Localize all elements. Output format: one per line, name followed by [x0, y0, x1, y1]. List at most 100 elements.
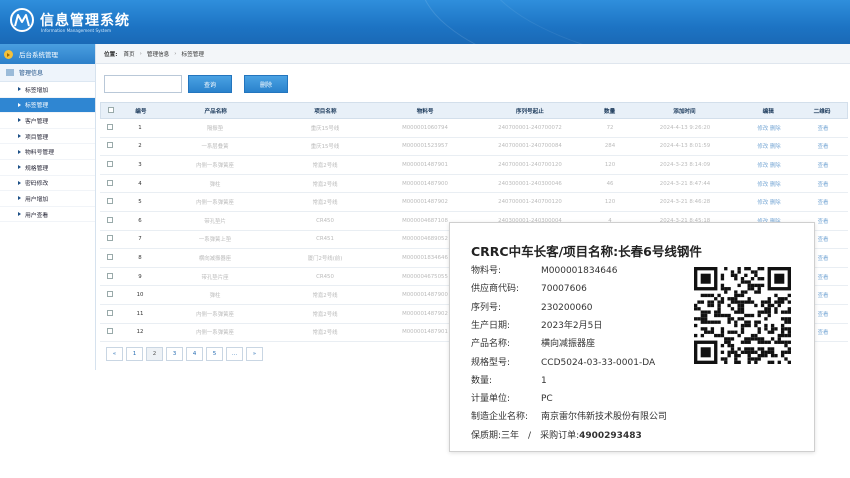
row-checkbox[interactable] [107, 291, 113, 298]
product-name: 弹柱 [209, 181, 221, 188]
label-field-key: 生产日期: [471, 320, 511, 331]
added-time: 2024-3-23 8:14:09 [659, 161, 711, 168]
sidebar-item-label: 密码修改 [25, 181, 49, 188]
edit-links[interactable]: 修改 删除 [740, 124, 798, 132]
sidebar-item[interactable]: 标签增加 [0, 82, 95, 98]
row-select-cell[interactable] [100, 160, 120, 169]
caret-right-icon [18, 212, 21, 217]
app-title: 信息管理系统 [40, 13, 130, 29]
delete-button[interactable]: 删除 [244, 75, 288, 93]
sidebar-item[interactable]: 规格管理 [0, 160, 95, 176]
row-select-cell[interactable] [100, 142, 120, 150]
row-checkbox[interactable] [107, 179, 113, 186]
material-number: M000001060794 [402, 124, 448, 131]
qr-link[interactable]: 查看 [798, 198, 848, 206]
search-input[interactable] [104, 75, 182, 93]
sidebar-item[interactable]: 密码修改 [0, 176, 95, 192]
qr-link[interactable]: 查看 [798, 180, 848, 188]
row-select-cell[interactable] [100, 272, 120, 281]
row-select-cell[interactable] [100, 328, 120, 336]
label-title: CRRC中车长客/项目名称:长春6号线钢件 [471, 244, 702, 259]
page-button[interactable]: « [106, 347, 123, 361]
row-checkbox[interactable] [107, 160, 113, 167]
label-field-value: CCD5024-03-33-0001-DA [541, 357, 656, 368]
edit-links[interactable]: 修改 删除 [740, 198, 798, 206]
row-number: 12 [136, 329, 144, 336]
sidebar-item[interactable]: 项目管理 [0, 129, 95, 145]
sidebar-item[interactable]: 客户管理 [0, 113, 95, 129]
breadcrumb-home[interactable]: 首页 [123, 50, 134, 58]
sidebar-header[interactable]: 后台系统管理 [0, 44, 95, 64]
qr-link[interactable]: 查看 [798, 161, 848, 169]
row-select-cell[interactable] [100, 309, 120, 318]
page-button[interactable]: 3 [166, 347, 183, 361]
search-button[interactable]: 查询 [188, 75, 232, 93]
qr-link[interactable]: 查看 [798, 142, 848, 150]
row-checkbox[interactable] [107, 309, 113, 316]
quantity: 120 [604, 161, 616, 168]
edit-links[interactable]: 修改 删除 [740, 161, 798, 169]
breadcrumb: 位置: 首页 › 管理信息 › 标签管理 [96, 44, 850, 64]
page-button[interactable]: 1 [126, 347, 143, 361]
row-number: 6 [138, 217, 142, 224]
caret-right-icon [18, 102, 21, 107]
row-select-cell[interactable] [100, 123, 120, 132]
column-header: 项目名称 [314, 108, 337, 115]
row-checkbox[interactable] [107, 272, 113, 279]
row-checkbox[interactable] [107, 253, 113, 260]
row-checkbox[interactable] [107, 123, 113, 130]
page-button[interactable]: 2 [146, 347, 163, 361]
row-select-cell[interactable] [100, 235, 120, 243]
sidebar-item[interactable]: 用户查看 [0, 207, 95, 223]
quantity: 120 [604, 199, 616, 206]
label-field: 产品名称: 横向减振器座 [471, 336, 595, 349]
sidebar-group[interactable]: 管理信息 [0, 64, 95, 82]
label-field-value: M000001834646 [541, 266, 618, 276]
row-select-cell[interactable] [100, 179, 120, 188]
page-button[interactable]: 5 [206, 347, 223, 361]
row-select-cell[interactable] [100, 253, 120, 262]
play-circle-icon [4, 49, 13, 59]
row-checkbox[interactable] [107, 235, 113, 242]
project-name: 重庆15号线 [310, 125, 340, 132]
breadcrumb-section[interactable]: 管理信息 [147, 50, 169, 58]
label-footer: 保质期:三年 / 采购订单:4900293483 [471, 428, 642, 441]
sidebar-item[interactable]: 物料号管理 [0, 144, 95, 160]
sidebar-item-label: 用户增加 [25, 196, 49, 203]
column-header: 二维码 [813, 108, 831, 115]
breadcrumb-separator: › [174, 50, 177, 57]
label-field: 序列号: 230200060 [471, 300, 593, 313]
row-number: 3 [138, 161, 142, 168]
page-button[interactable]: ... [226, 347, 243, 361]
row-select-cell[interactable] [100, 216, 120, 225]
checkbox-icon[interactable] [107, 106, 114, 113]
page-button[interactable]: » [246, 347, 263, 361]
added-time: 2024-4-13 8:01:59 [659, 143, 711, 150]
sidebar-item[interactable]: 用户增加 [0, 191, 95, 207]
row-select-cell[interactable] [100, 198, 120, 206]
column-header: 物料号 [416, 108, 434, 115]
added-time: 2024-4-13 9:26:20 [659, 124, 711, 131]
project-name: 常嘉2号线 [312, 200, 338, 207]
project-name: 常嘉2号线 [312, 311, 338, 318]
row-checkbox[interactable] [107, 198, 113, 205]
row-select-cell[interactable] [100, 291, 120, 299]
label-field-key: 供应商代码: [471, 284, 520, 295]
app-subtitle: Information Management System [41, 28, 112, 33]
label-field: 制造企业名称: 南京雷尔伟新技术股份有限公司 [471, 409, 667, 422]
column-header: 序列号起止 [515, 108, 544, 115]
row-checkbox[interactable] [107, 328, 113, 335]
table-row: 5 内侧一系弹簧座 常嘉2号线 M000001487902 240700001-2407… [100, 193, 848, 212]
serial-range: 240700001-240700120 [498, 199, 562, 206]
qr-link[interactable]: 查看 [798, 124, 848, 132]
label-preview-card: CRRC中车长客/项目名称:长春6号线钢件 物料号: M000001834646 供… [449, 222, 815, 452]
sidebar-item[interactable]: 标签管理 [0, 97, 95, 114]
row-checkbox[interactable] [107, 142, 113, 149]
added-time: 2024-3-21 8:47:44 [659, 180, 711, 187]
edit-links[interactable]: 修改 删除 [740, 180, 798, 188]
edit-links[interactable]: 修改 删除 [740, 142, 798, 150]
caret-right-icon [18, 149, 21, 154]
select-all-checkbox[interactable] [101, 106, 121, 115]
page-button[interactable]: 4 [186, 347, 203, 361]
row-checkbox[interactable] [107, 216, 113, 223]
